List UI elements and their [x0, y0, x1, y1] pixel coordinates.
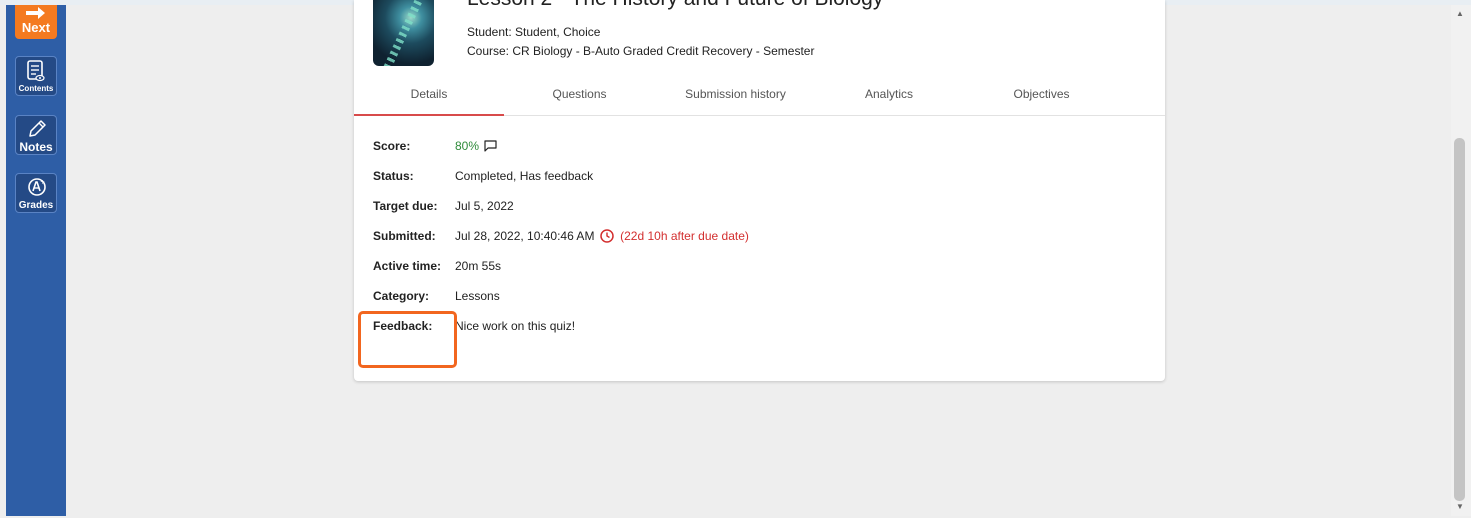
feedback-highlight-box — [358, 311, 457, 368]
details-tabs: Details Questions Submission history Ana… — [354, 78, 1165, 116]
tab-details[interactable]: Details — [354, 78, 504, 116]
clock-icon — [600, 229, 614, 243]
lesson-thumbnail — [373, 0, 434, 66]
late-note: (22d 10h after due date) — [620, 229, 749, 243]
left-toolbar: Next Contents Notes + Grades — [6, 5, 66, 516]
sidebar-item-label: Grades — [18, 200, 54, 211]
lesson-title: Lesson 2 - The History and Future of Bio… — [467, 0, 883, 11]
status-label: Status: — [373, 169, 414, 183]
contents-icon — [27, 60, 45, 82]
target-due-value: Jul 5, 2022 — [455, 199, 514, 213]
score-value-group: 80% — [455, 139, 497, 153]
category-value: Lessons — [455, 289, 500, 303]
course-name: Course: CR Biology - B-Auto Graded Credi… — [467, 44, 815, 58]
assignment-details-card: Lesson 2 - The History and Future of Bio… — [354, 0, 1165, 381]
status-value: Completed, Has feedback — [455, 169, 594, 183]
submitted-value-group: Jul 28, 2022, 10:40:46 AM (22d 10h after… — [455, 229, 749, 243]
tab-questions[interactable]: Questions — [504, 78, 655, 116]
score-value: 80% — [455, 139, 480, 153]
sidebar-item-label: Notes — [19, 140, 53, 154]
score-label: Score: — [373, 139, 411, 153]
sidebar-item-grades[interactable]: + Grades — [15, 173, 57, 213]
submitted-value: Jul 28, 2022, 10:40:46 AM — [455, 229, 595, 243]
pencil-icon — [29, 120, 46, 137]
next-label: Next — [21, 20, 51, 35]
submitted-label: Submitted: — [373, 229, 436, 243]
tab-analytics[interactable]: Analytics — [816, 78, 962, 116]
scroll-up-arrow-icon[interactable]: ▲ — [1456, 9, 1464, 18]
sidebar-item-label: Contents — [18, 84, 54, 93]
sidebar-item-contents[interactable]: Contents — [15, 56, 57, 96]
feedback-value: Nice work on this quiz! — [455, 319, 576, 333]
page-scrollbar[interactable]: ▲ ▼ — [1451, 5, 1471, 516]
tab-objectives[interactable]: Objectives — [962, 78, 1121, 116]
scroll-down-arrow-icon[interactable]: ▼ — [1456, 502, 1464, 511]
comment-icon[interactable] — [484, 140, 497, 152]
arrow-right-icon — [26, 7, 45, 19]
sidebar-item-notes[interactable]: Notes — [15, 115, 57, 155]
svg-text:+: + — [40, 179, 45, 186]
scrollbar-thumb[interactable] — [1454, 138, 1465, 501]
target-due-label: Target due: — [373, 199, 438, 213]
next-button[interactable]: Next — [15, 5, 57, 39]
active-time-value: 20m 55s — [455, 259, 502, 273]
category-label: Category: — [373, 289, 430, 303]
tab-submission-history[interactable]: Submission history — [655, 78, 816, 116]
active-time-label: Active time: — [373, 259, 442, 273]
grades-icon: + — [28, 178, 46, 196]
student-name: Student: Student, Choice — [467, 25, 601, 39]
